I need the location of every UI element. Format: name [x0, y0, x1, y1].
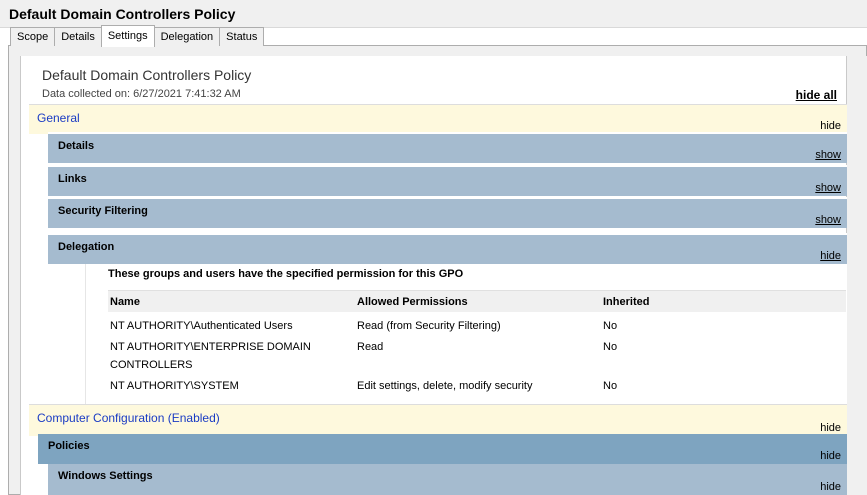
scrollbar-track[interactable] — [847, 56, 867, 495]
row-permissions: Read (from Security Filtering) — [357, 320, 501, 332]
row-permissions: Edit settings, delete, modify security — [357, 380, 533, 392]
column-header-permissions: Allowed Permissions — [357, 296, 468, 308]
policies-hide-link[interactable]: hide — [820, 450, 841, 462]
delegation-content: These groups and users have the specifie… — [85, 264, 847, 404]
links-show-link[interactable]: show — [815, 182, 841, 194]
computer-configuration-hide-link[interactable]: hide — [820, 422, 841, 434]
section-general: General hide — [29, 104, 847, 134]
row-name: NT AUTHORITY\ENTERPRISE DOMAIN CONTROLLE… — [110, 341, 311, 371]
report-title: Default Domain Controllers Policy — [42, 67, 252, 83]
row-name: NT AUTHORITY\Authenticated Users — [110, 320, 293, 332]
tab-details[interactable]: Details — [54, 27, 102, 46]
subsection-windows-settings-label: Windows Settings — [58, 470, 153, 482]
details-show-link[interactable]: show — [815, 149, 841, 161]
row-inherited: No — [603, 341, 618, 353]
subsection-policies: Policies hide — [38, 434, 847, 464]
data-collected-text: Data collected on: 6/27/2021 7:41:32 AM — [42, 88, 241, 100]
subsection-delegation-label: Delegation — [58, 241, 115, 253]
tab-scope[interactable]: Scope — [10, 27, 56, 46]
subsection-details-label: Details — [58, 140, 95, 152]
hide-all-link[interactable]: hide all — [796, 88, 837, 102]
row-permissions: Read — [357, 341, 384, 353]
window-title: Default Domain Controllers Policy — [9, 6, 236, 22]
windows-settings-hide-link[interactable]: hide — [820, 481, 841, 493]
subsection-links: Links show — [48, 165, 847, 196]
security-filtering-show-link[interactable]: show — [815, 214, 841, 226]
subsection-policies-label: Policies — [48, 440, 90, 452]
delegation-hide-link[interactable]: hide — [820, 250, 841, 262]
subsection-windows-settings: Windows Settings hide — [48, 464, 847, 495]
subsection-security-filtering: Security Filtering show — [48, 197, 847, 228]
tab-strip: Scope Details Settings Delegation Status — [10, 25, 265, 47]
subsection-delegation: Delegation hide — [48, 233, 847, 264]
subsection-security-filtering-label: Security Filtering — [58, 205, 148, 217]
section-general-label: General — [37, 111, 80, 125]
delegation-intro: These groups and users have the specifie… — [108, 268, 464, 280]
row-name: NT AUTHORITY\SYSTEM — [110, 380, 239, 392]
window-title-bar: Default Domain Controllers Policy — [0, 0, 867, 28]
column-header-inherited: Inherited — [603, 296, 650, 308]
table-header: Name Allowed Permissions Inherited — [108, 290, 846, 312]
column-header-name: Name — [110, 296, 140, 308]
tab-delegation[interactable]: Delegation — [153, 27, 221, 46]
tab-settings[interactable]: Settings — [100, 25, 155, 47]
section-computer-configuration-label: Computer Configuration (Enabled) — [37, 411, 220, 425]
subsection-details: Details show — [48, 132, 847, 163]
tab-status[interactable]: Status — [219, 27, 265, 46]
row-inherited: No — [603, 380, 618, 392]
subsection-links-label: Links — [58, 173, 87, 185]
row-inherited: No — [603, 320, 618, 332]
section-computer-configuration: Computer Configuration (Enabled) hide — [29, 404, 847, 436]
general-hide-link[interactable]: hide — [820, 120, 841, 132]
report-header: Default Domain Controllers Policy Data c… — [29, 63, 839, 104]
